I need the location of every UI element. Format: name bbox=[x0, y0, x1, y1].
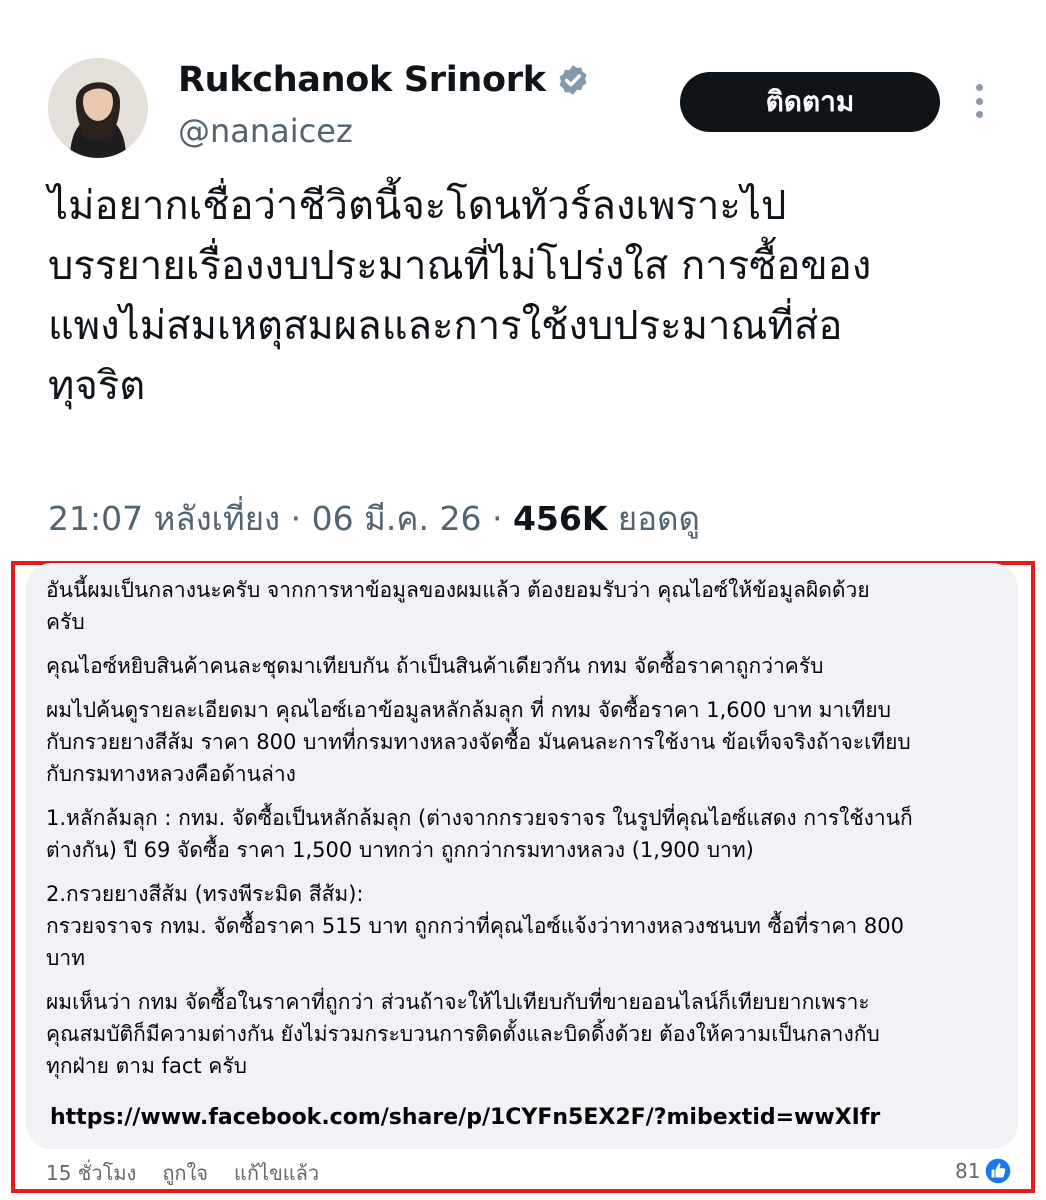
comment-line: ต่างกัน) ปี 69 จัดซื้อ ราคา 1,500 บาทกว่… bbox=[46, 838, 754, 862]
comment-actions: 15 ชั่วโมง ถูกใจ แก้ไขแล้ว bbox=[46, 1157, 319, 1189]
follow-button[interactable]: ติดตาม bbox=[680, 72, 940, 132]
tweet-text-line: แพงไม่สมเหตุสมผลและการใช้งบประมาณที่ส่อ bbox=[48, 303, 843, 349]
author-name-row: Rukchanok Srinork bbox=[178, 60, 590, 100]
author-name[interactable]: Rukchanok Srinork bbox=[178, 60, 546, 100]
comment-line: กรวยจราจร กทม. จัดซื้อราคา 515 บาท ถูกกว… bbox=[46, 914, 904, 938]
comment-line: อันนี้ผมเป็นกลางนะครับ จากการหาข้อมูลของ… bbox=[46, 578, 870, 602]
comment-line: บาท bbox=[46, 946, 85, 970]
meta-separator: · bbox=[290, 499, 302, 538]
more-options-icon[interactable] bbox=[966, 84, 992, 118]
verified-badge-icon bbox=[556, 63, 590, 97]
comment-time[interactable]: 15 ชั่วโมง bbox=[46, 1157, 136, 1189]
like-action[interactable]: ถูกใจ bbox=[162, 1157, 208, 1189]
comment-line: ผมไปค้นดูรายละเอียดมา คุณไอซ์เอาข้อมูลหล… bbox=[46, 698, 891, 722]
comment-line: 1.หลักล้มลุก : กทม. จัดซื้อเป็นหลักล้มลุ… bbox=[46, 806, 913, 830]
reaction-summary[interactable]: 81 bbox=[955, 1157, 1013, 1185]
comment-line: กับกรมทางหลวงคือด้านล่าง bbox=[46, 762, 296, 786]
tweet-text-line: ไม่อยากเชื่อว่าชีวิตนี้จะโดนทัวร์ลงเพราะ… bbox=[48, 183, 787, 229]
comment-line: ทุกฝ่าย ตาม fact ครับ bbox=[46, 1054, 247, 1078]
meta-separator: · bbox=[491, 499, 503, 538]
comment-line: ผมเห็นว่า กทม จัดซื้อในราคาที่ถูกว่า ส่ว… bbox=[46, 990, 870, 1014]
comment-line: กับกรวยยางสีส้ม ราคา 800 บาทที่กรมทางหลว… bbox=[46, 730, 911, 754]
like-count: 81 bbox=[955, 1159, 981, 1183]
edited-label[interactable]: แก้ไขแล้ว bbox=[234, 1157, 319, 1189]
avatar-portrait bbox=[48, 58, 148, 158]
author-handle[interactable]: @nanaicez bbox=[178, 112, 353, 150]
tweet-date[interactable]: 06 มี.ค. 26 bbox=[312, 499, 482, 538]
comment-line: ครับ bbox=[46, 610, 85, 634]
tweet-time[interactable]: 21:07 หลังเที่ยง bbox=[48, 499, 280, 538]
comment-line: 2.กรวยยางสีส้ม (ทรงพีระมิด สีส้ม): bbox=[46, 882, 364, 906]
tweet-text: ไม่อยากเชื่อว่าชีวิตนี้จะโดนทัวร์ลงเพราะ… bbox=[48, 176, 1023, 416]
tweet-text-line: ทุจริต bbox=[48, 363, 146, 409]
comment-link[interactable]: https://www.facebook.com/share/p/1CYFn5E… bbox=[50, 1105, 880, 1130]
comment-body: อันนี้ผมเป็นกลางนะครับ จากการหาข้อมูลของ… bbox=[46, 574, 1006, 1082]
author-avatar[interactable] bbox=[48, 58, 148, 158]
comment-line: คุณไอซ์หยิบสินค้าคนละชุดมาเทียบกัน ถ้าเป… bbox=[46, 654, 824, 678]
views-label: ยอดดู bbox=[617, 499, 700, 538]
tweet-text-line: บรรยายเรื่องงบประมาณที่ไม่โปร่งใส การซื้… bbox=[48, 243, 872, 289]
like-thumb-icon bbox=[984, 1157, 1013, 1185]
comment-line: คุณสมบัติก็มีความต่างกัน ยังไม่รวมกระบวน… bbox=[46, 1022, 880, 1046]
views-count: 456K bbox=[512, 499, 608, 538]
tweet-meta: 21:07 หลังเที่ยง · 06 มี.ค. 26 · 456K ยอ… bbox=[48, 492, 700, 545]
